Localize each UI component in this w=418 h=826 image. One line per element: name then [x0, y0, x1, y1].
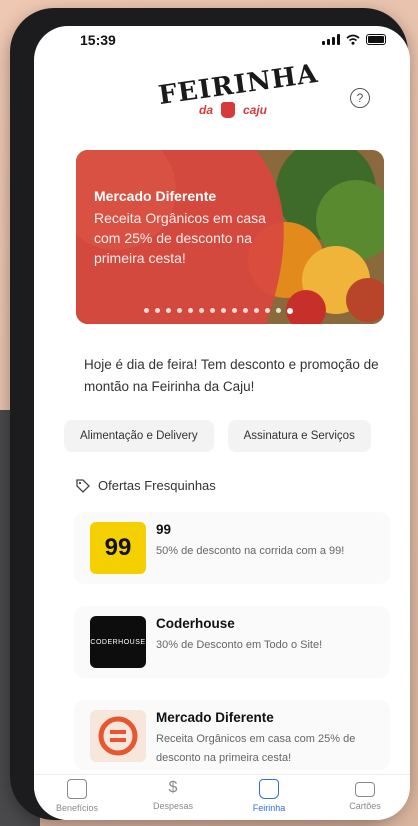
- chip-food-delivery[interactable]: Alimentação e Delivery: [64, 420, 214, 452]
- chip-subscriptions[interactable]: Assinatura e Serviços: [227, 420, 371, 452]
- carousel-dot[interactable]: [144, 308, 149, 313]
- category-chips: Alimentação e Delivery Assinatura e Serv…: [64, 420, 371, 452]
- carousel-dot[interactable]: [221, 308, 226, 313]
- offer-name: Coderhouse: [156, 616, 235, 631]
- tab-feirinha[interactable]: Feirinha: [234, 779, 304, 813]
- banner-description: Receita Orgânicos em casa com 25% de des…: [94, 210, 266, 266]
- carousel-dot[interactable]: [155, 308, 160, 313]
- carousel-dots[interactable]: [144, 308, 293, 314]
- offer-description: 30% de Desconto em Todo o Site!: [156, 639, 323, 651]
- offer-description: Receita Orgânicos em casa com 25% de des…: [156, 733, 356, 764]
- carousel-dot[interactable]: [265, 308, 270, 313]
- tab-label: Benefícios: [55, 803, 99, 813]
- carousel-dot[interactable]: [276, 308, 281, 313]
- tab-label: Feirinha: [252, 803, 286, 813]
- offer-card-mercado-diferente[interactable]: Mercado Diferente Receita Orgânicos em c…: [74, 700, 390, 770]
- bag-icon: [259, 779, 279, 799]
- offer-card-99[interactable]: 99 99 50% de desconto na corrida com a 9…: [74, 512, 390, 584]
- carousel-dot[interactable]: [243, 308, 248, 313]
- tab-label: Despesas: [152, 801, 194, 811]
- signal-icon: [322, 34, 340, 45]
- offer-description: 50% de desconto na corrida com a 99!: [156, 545, 345, 557]
- app-screen: 15:39 FEIRINHA da caju ? Mercado Diferen…: [34, 26, 410, 820]
- wifi-icon: [346, 34, 360, 45]
- tab-cartoes[interactable]: Cartões: [330, 779, 400, 811]
- carousel-dot[interactable]: [199, 308, 204, 313]
- offer-name: 99: [156, 522, 172, 537]
- tag-icon: [76, 478, 90, 493]
- offers-section-title: Ofertas Fresquinhas: [98, 478, 216, 493]
- carousel-dot[interactable]: [166, 308, 171, 313]
- dollar-icon: $: [168, 779, 178, 796]
- shopping-bag-icon: [221, 102, 235, 118]
- carousel-dot[interactable]: [287, 308, 293, 314]
- brand-sub-right: caju: [243, 103, 268, 117]
- intro-text: Hoje é dia de feira! Tem desconto e prom…: [84, 357, 379, 394]
- mercado-diferente-logo: [90, 710, 146, 762]
- home-icon: [67, 779, 87, 799]
- battery-icon: [366, 34, 386, 45]
- tab-despesas[interactable]: $ Despesas: [138, 779, 208, 811]
- offer-card-coderhouse[interactable]: CODERHOUSE Coderhouse 30% de Desconto em…: [74, 606, 390, 678]
- carousel-dot[interactable]: [232, 308, 237, 313]
- promo-banner[interactable]: Mercado Diferente Receita Orgânicos em c…: [76, 150, 384, 324]
- offer-name: Mercado Diferente: [156, 710, 274, 725]
- brand-logo: FEIRINHA da caju: [157, 59, 320, 144]
- tab-label: Cartões: [349, 801, 381, 811]
- bottom-tab-bar: Benefícios $ Despesas Feirinha Cartões: [34, 774, 410, 820]
- banner-title: Mercado Diferente: [94, 188, 217, 204]
- carousel-dot[interactable]: [210, 308, 215, 313]
- banner-text: Mercado Diferente Receita Orgânicos em c…: [94, 188, 274, 268]
- status-time: 15:39: [80, 32, 116, 48]
- carousel-dot[interactable]: [188, 308, 193, 313]
- carousel-dot[interactable]: [254, 308, 259, 313]
- status-bar: 15:39: [34, 26, 410, 60]
- offers-section-header: Ofertas Fresquinhas: [76, 478, 216, 493]
- phone-frame: 15:39 FEIRINHA da caju ? Mercado Diferen…: [10, 8, 410, 820]
- status-icons: [322, 34, 386, 45]
- tab-beneficios[interactable]: Benefícios: [42, 779, 112, 813]
- carousel-dot[interactable]: [177, 308, 182, 313]
- logo-coderhouse: CODERHOUSE: [90, 616, 146, 668]
- mercado-diferente-icon: [98, 716, 138, 756]
- logo-99: 99: [90, 522, 146, 574]
- card-icon: [355, 782, 375, 797]
- help-icon[interactable]: ?: [350, 88, 370, 108]
